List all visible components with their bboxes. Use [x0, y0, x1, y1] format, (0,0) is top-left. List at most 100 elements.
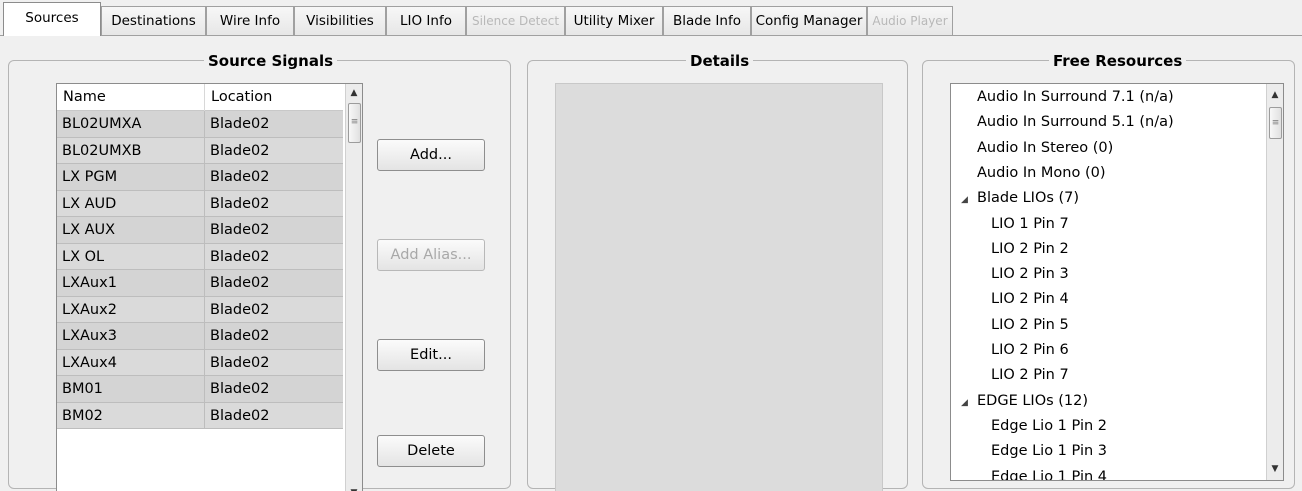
thumb-grip-icon: ≡	[1271, 118, 1280, 128]
signal-location: Blade02	[210, 407, 270, 424]
free-resources-scrollbar[interactable]: ▲ ≡ ▼	[1266, 84, 1283, 480]
tab-utility-mixer[interactable]: Utility Mixer	[565, 6, 663, 36]
signal-name: LX PGM	[57, 164, 205, 190]
details-title: Details	[686, 51, 754, 71]
table-row[interactable]: BL02UMXA Blade02	[57, 111, 343, 138]
tree-item-label: Edge Lio 1 Pin 3	[991, 443, 1107, 460]
free-resources-title: Free Resources	[1049, 51, 1187, 71]
source-signals-title: Source Signals	[204, 51, 338, 71]
expand-triangle-icon[interactable]: ◢	[961, 188, 977, 212]
table-row[interactable]: LXAux1 Blade02	[57, 270, 343, 297]
scroll-thumb[interactable]: ≡	[348, 103, 361, 143]
tree-node[interactable]: Audio In Surround 7.1 (n/a)	[977, 85, 1174, 109]
tree-item-label: LIO 2 Pin 6	[991, 342, 1069, 358]
source-signals-rows: BL02UMXA Blade02 BL02UMXB Blade02 LX PGM Bl…	[57, 111, 343, 429]
table-row[interactable]: LXAux3 Blade02	[57, 323, 343, 350]
tree-leaf[interactable]: LIO 1 Pin 7	[991, 212, 1069, 236]
tree-node[interactable]: ◢ Blade LIOs (7)	[961, 186, 1079, 210]
tree-leaf[interactable]: LIO 2 Pin 2	[991, 237, 1069, 261]
tree-item-label: Audio In Mono (0)	[977, 164, 1106, 181]
tree-leaf[interactable]: LIO 2 Pin 7	[991, 363, 1069, 387]
scroll-up-arrow-icon[interactable]: ▲	[1267, 87, 1283, 104]
table-row[interactable]: LXAux4 Blade02	[57, 349, 343, 376]
tree-node[interactable]: ◢ EDGE LIOs (12)	[961, 389, 1088, 413]
tree-item-label: LIO 2 Pin 2	[991, 240, 1069, 257]
scroll-thumb[interactable]: ≡	[1269, 107, 1282, 139]
tree-item-label: LIO 2 Pin 7	[991, 367, 1069, 384]
free-resources-tree[interactable]: Audio In Surround 7.1 (n/a) Audio In Surr…	[950, 83, 1284, 481]
tree-leaf[interactable]: LIO 2 Pin 6	[991, 338, 1069, 362]
scroll-down-arrow-icon[interactable]: ▼	[1267, 461, 1283, 478]
tree-item-label: Edge Lio 1 Pin 2	[991, 417, 1107, 434]
tree-item-label: Audio In Surround 5.1 (n/a)	[977, 114, 1174, 131]
scroll-down-arrow-icon[interactable]: ▼	[346, 485, 362, 491]
table-row[interactable]: BL02UMXB Blade02	[57, 137, 343, 164]
tree-item-label: LIO 2 Pin 4	[991, 291, 1069, 308]
tab-config-manager[interactable]: Config Manager	[751, 6, 867, 36]
signal-name: BL02UMXB	[57, 137, 205, 164]
table-row[interactable]: BM01 Blade02	[57, 376, 343, 403]
table-row[interactable]: LX OL Blade02	[57, 243, 343, 270]
delete-button[interactable]: Delete	[377, 435, 485, 467]
signal-location: Blade02	[210, 195, 270, 212]
signal-location: Blade02	[210, 169, 270, 185]
signal-name: LX OL	[57, 243, 205, 270]
expand-triangle-icon[interactable]: ◢	[961, 391, 977, 415]
table-row[interactable]: LXAux2 Blade02	[57, 296, 343, 323]
signal-location: Blade02	[210, 116, 270, 132]
tab-audio-player: Audio Player	[867, 6, 953, 36]
table-row[interactable]: BM02 Blade02	[57, 402, 343, 429]
signal-name: LX AUX	[57, 217, 205, 243]
signal-name: LXAux1	[57, 270, 205, 296]
signal-name: BL02UMXA	[57, 111, 205, 137]
source-signals-group: Source Signals Name Location BL02UMXA Bla…	[8, 51, 511, 491]
tree-item-label: Audio In Stereo (0)	[977, 139, 1114, 156]
column-header-name[interactable]: Name	[57, 84, 205, 111]
source-list-scrollbar[interactable]: ▲ ≡ ▼	[345, 84, 362, 491]
signal-location: Blade02	[210, 381, 270, 397]
tree-item-label: Audio In Surround 7.1 (n/a)	[977, 89, 1174, 105]
tab-blade-info[interactable]: Blade Info	[663, 6, 751, 36]
signal-location: Blade02	[210, 275, 270, 291]
source-signals-header: Name Location	[57, 84, 343, 111]
add-alias-button: Add Alias...	[377, 239, 485, 271]
source-signals-list[interactable]: Name Location BL02UMXA Blade02 BL02UMXB Bl…	[56, 83, 363, 491]
signal-location: Blade02	[210, 142, 270, 159]
free-resources-group: Free Resources Audio In Surround 7.1 (n/…	[922, 51, 1295, 489]
tab-visibilities[interactable]: Visibilities	[294, 6, 386, 36]
tree-leaf[interactable]: Edge Lio 1 Pin 3	[991, 439, 1107, 463]
tree-item-label: Edge Lio 1 Pin 4	[991, 468, 1107, 481]
signal-location: Blade02	[210, 354, 270, 371]
tab-sources[interactable]: Sources	[3, 2, 101, 36]
tree-leaf[interactable]: LIO 2 Pin 4	[991, 287, 1069, 311]
table-row[interactable]: LX AUX Blade02	[57, 217, 343, 244]
tree-leaf[interactable]: Edge Lio 1 Pin 4	[991, 465, 1107, 481]
signal-location: Blade02	[210, 301, 270, 318]
tree-node[interactable]: Audio In Mono (0)	[977, 161, 1106, 185]
sources-tab-content: Source Signals Name Location BL02UMXA Bla…	[0, 36, 1302, 491]
tree-leaf[interactable]: LIO 2 Pin 5	[991, 313, 1069, 337]
add-button[interactable]: Add...	[377, 139, 485, 171]
tab-wire-info[interactable]: Wire Info	[206, 6, 294, 36]
table-row[interactable]: LX PGM Blade02	[57, 164, 343, 191]
signal-name: BM02	[57, 402, 205, 429]
details-group: Details	[527, 51, 908, 491]
tree-leaf[interactable]: Edge Lio 1 Pin 2	[991, 414, 1107, 438]
tree-node[interactable]: Audio In Surround 5.1 (n/a)	[977, 110, 1174, 134]
signal-name: LXAux3	[57, 323, 205, 349]
column-header-location[interactable]: Location	[205, 84, 343, 111]
signal-location: Blade02	[210, 222, 270, 238]
tree-leaf[interactable]: LIO 2 Pin 3	[991, 262, 1069, 286]
tree-item-label: EDGE LIOs (12)	[977, 392, 1089, 409]
tree-node[interactable]: Audio In Stereo (0)	[977, 136, 1113, 160]
signal-name: LXAux4	[57, 349, 205, 376]
table-row[interactable]: LX AUD Blade02	[57, 190, 343, 217]
tree-item-label: LIO 2 Pin 3	[991, 266, 1069, 283]
tab-lio-info[interactable]: LIO Info	[386, 6, 466, 36]
signal-name: LXAux2	[57, 296, 205, 323]
scroll-up-arrow-icon[interactable]: ▲	[346, 85, 362, 102]
tab-destinations[interactable]: Destinations	[101, 6, 206, 36]
details-pane	[555, 83, 883, 491]
edit-button[interactable]: Edit...	[377, 339, 485, 371]
signal-location: Blade02	[210, 248, 270, 265]
